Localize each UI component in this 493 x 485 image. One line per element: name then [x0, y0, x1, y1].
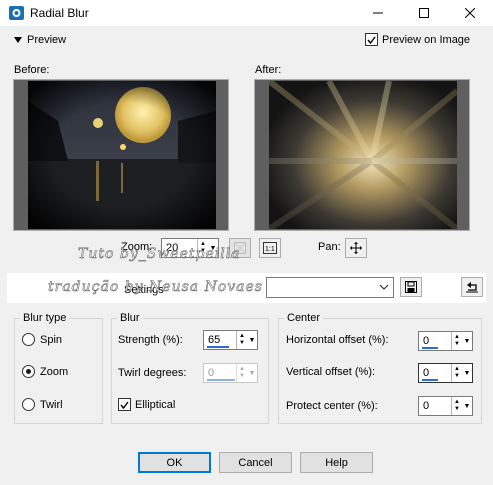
horizontal-offset-label: Horizontal offset (%): [286, 334, 389, 346]
paintshop-icon [9, 6, 24, 20]
protect-center-input[interactable]: 0 ▲ ▼ ▼ [418, 396, 473, 416]
radio-twirl[interactable]: Twirl [22, 398, 63, 411]
vertical-offset-value: 0 [423, 367, 430, 379]
twirl-label: Twirl degrees: [118, 367, 187, 379]
center-title: Center [284, 312, 324, 324]
chevron-down-icon: ▼ [463, 337, 471, 345]
twirl-dropdown: ▼ [247, 364, 257, 382]
chevron-down-icon: ▼ [248, 336, 256, 344]
protect-center-label: Protect center (%): [286, 400, 378, 412]
protect-center-spinner[interactable]: ▲ ▼ [451, 397, 462, 415]
vertical-offset-input[interactable]: 0 ▲ ▼ ▼ [418, 363, 473, 383]
vertical-offset-dropdown[interactable]: ▼ [462, 364, 472, 382]
twirl-spinner: ▲ ▼ [236, 364, 247, 382]
checkmark-icon [120, 401, 129, 409]
pan-label: Pan: [318, 241, 341, 253]
after-label: After: [255, 64, 282, 76]
after-image [269, 81, 457, 229]
strength-value: 65 [208, 334, 221, 346]
triangle-down-icon [14, 37, 22, 43]
arrow-up-icon: ▲ [454, 399, 460, 405]
strength-dropdown[interactable]: ▼ [247, 331, 257, 349]
horizontal-offset-value: 0 [423, 335, 430, 347]
window-title: Radial Blur [30, 6, 89, 20]
preview-toggle[interactable]: Preview [14, 34, 66, 46]
preview-on-image-label: Preview on Image [382, 33, 471, 46]
checkbox-box[interactable] [365, 33, 378, 46]
twirl-level-bar [207, 379, 235, 381]
zoom-actual-size-button[interactable]: 1:1 [259, 238, 281, 258]
horizontal-offset-dropdown[interactable]: ▼ [462, 332, 472, 350]
radio-button[interactable] [22, 333, 35, 346]
blur-type-title: Blur type [20, 312, 70, 324]
actual-size-icon: 1:1 [263, 242, 277, 254]
horizontal-offset-spinner[interactable]: ▲ ▼ [451, 332, 462, 350]
vertical-offset-spinner[interactable]: ▲ ▼ [451, 364, 462, 382]
reset-icon [466, 282, 478, 293]
vertical-offset-bar [422, 379, 438, 381]
radio-spin[interactable]: Spin [22, 333, 62, 346]
checkbox-box[interactable] [118, 398, 131, 411]
move-icon [350, 242, 362, 254]
radio-button[interactable] [22, 365, 35, 378]
chevron-down-icon [379, 284, 389, 290]
protect-center-dropdown[interactable]: ▼ [462, 397, 472, 415]
arrow-up-icon: ▲ [454, 334, 460, 340]
strength-spinner[interactable]: ▲ ▼ [236, 331, 247, 349]
radio-twirl-label: Twirl [40, 398, 63, 411]
radio-zoom-label: Zoom [40, 365, 69, 378]
maximize-button[interactable] [401, 0, 447, 26]
arrow-down-icon: ▼ [239, 373, 245, 379]
strength-label: Strength (%): [118, 334, 183, 346]
svg-text:1:1: 1:1 [265, 246, 275, 253]
arrow-up-icon: ▲ [239, 366, 245, 372]
horizontal-offset-input[interactable]: 0 ▲ ▼ ▼ [418, 331, 473, 351]
before-label: Before: [14, 64, 50, 76]
pan-button[interactable] [345, 238, 367, 258]
blur-title: Blur [117, 312, 143, 324]
preview-on-image-checkbox[interactable]: Preview on Image [365, 33, 470, 46]
arrow-down-icon: ▼ [239, 340, 245, 346]
minimize-button[interactable] [355, 0, 401, 26]
radio-button[interactable] [22, 398, 35, 411]
help-button[interactable]: Help [300, 452, 373, 473]
reset-defaults-button[interactable] [461, 277, 483, 297]
settings-dropdown[interactable] [266, 277, 394, 298]
arrow-down-icon: ▼ [454, 406, 460, 412]
checkmark-icon [367, 36, 376, 44]
ok-button[interactable]: OK [138, 452, 211, 473]
radio-zoom[interactable]: Zoom [22, 365, 68, 378]
strength-input[interactable]: 65 ▲ ▼ ▼ [203, 330, 258, 350]
chevron-down-icon: ▼ [248, 369, 256, 377]
vertical-offset-label: Vertical offset (%): [286, 366, 376, 378]
twirl-value: 0 [208, 367, 215, 379]
floppy-disk-icon [405, 281, 417, 293]
watermark-line-2: tradução by Neusa Novaes [48, 279, 263, 296]
chevron-down-icon: ▼ [463, 369, 471, 377]
after-preview[interactable] [254, 79, 470, 231]
close-button[interactable] [447, 0, 493, 26]
arrow-up-icon: ▲ [239, 333, 245, 339]
elliptical-checkbox[interactable]: Elliptical [118, 398, 175, 411]
chevron-down-icon: ▼ [463, 402, 471, 410]
before-image [28, 81, 216, 229]
save-settings-button[interactable] [400, 277, 422, 297]
preview-toggle-label: Preview [27, 34, 67, 46]
elliptical-label: Elliptical [135, 398, 176, 411]
arrow-down-icon: ▼ [454, 373, 460, 379]
arrow-up-icon: ▲ [454, 366, 460, 372]
arrow-down-icon: ▼ [454, 341, 460, 347]
watermark-line-1: Tuto by_Sweetpeilla [78, 246, 241, 263]
protect-center-value: 0 [423, 400, 430, 412]
strength-level-bar [207, 346, 229, 348]
cancel-button[interactable]: Cancel [219, 452, 292, 473]
horizontal-offset-bar [422, 347, 438, 349]
radio-spin-label: Spin [40, 333, 63, 346]
before-preview[interactable] [13, 79, 229, 231]
twirl-input: 0 ▲ ▼ ▼ [203, 363, 258, 383]
